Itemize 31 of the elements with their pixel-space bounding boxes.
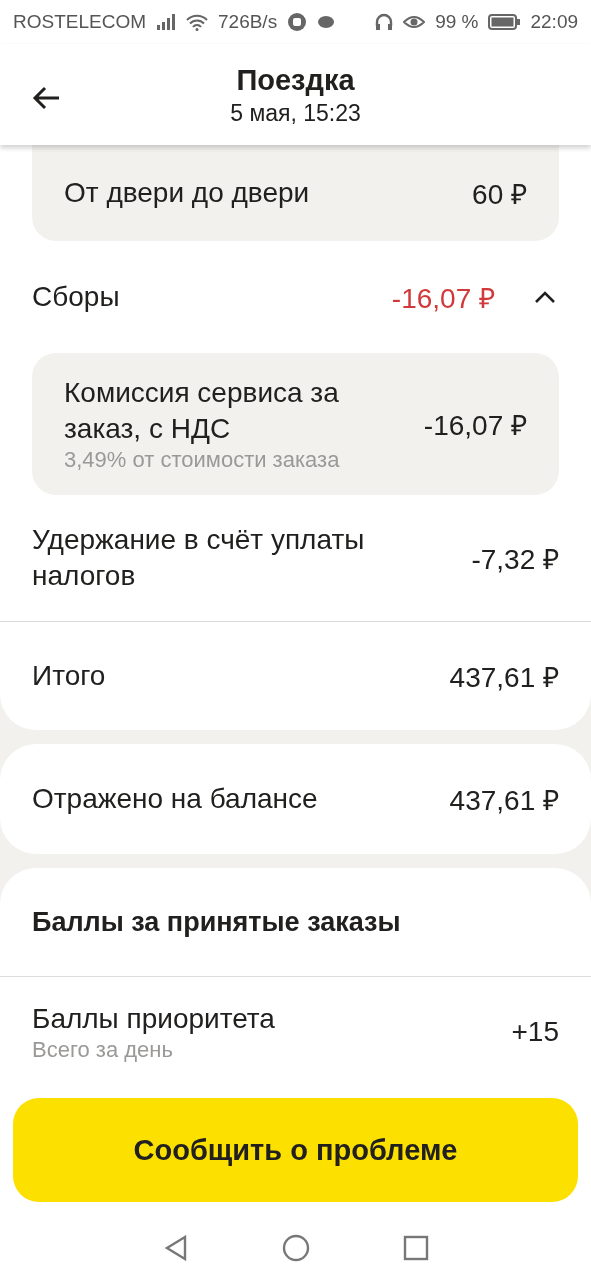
points-amount: +15	[511, 1016, 559, 1048]
fee-label: Комиссия сервиса за заказ, с НДС	[64, 376, 340, 446]
section-title: Баллы за принятые заказы	[32, 906, 401, 938]
clock: 22:09	[530, 11, 578, 33]
tax-amount: -7,32 ₽	[471, 543, 559, 577]
page-title: Поездка	[236, 62, 355, 98]
balance-amount: 437,61 ₽	[449, 784, 559, 818]
report-problem-button[interactable]: Сообщить о проблеме	[13, 1098, 578, 1202]
fare-amount: 60 ₽	[472, 178, 527, 212]
fees-label: Сборы	[32, 280, 120, 314]
trip-date: 5 мая, 15:23	[230, 98, 361, 128]
home-icon[interactable]	[280, 1232, 311, 1263]
back-arrow-icon	[32, 86, 60, 110]
battery-percent: 99 %	[435, 11, 479, 33]
balance-label: Отражено на балансе	[32, 782, 318, 816]
network-speed: 726B/s	[218, 11, 278, 33]
eye-icon	[403, 15, 426, 29]
wifi-icon	[186, 13, 208, 31]
total-label: Итого	[32, 659, 106, 693]
fee-amount: -16,07 ₽	[423, 409, 527, 443]
signal-icon	[156, 14, 176, 30]
total-amount: 437,61 ₽	[449, 661, 559, 695]
fare-label: От двери до двери	[64, 176, 310, 210]
points-label: Баллы приоритета	[32, 1002, 275, 1036]
fee-note: 3,49% от стоимости заказа	[64, 447, 341, 473]
points-note: Всего за день	[32, 1037, 174, 1063]
headphones-icon	[375, 13, 394, 31]
battery-icon	[488, 14, 521, 30]
tax-label: Удержание в счёт уплаты налогов	[32, 523, 366, 593]
fees-amount: -16,07 ₽	[391, 282, 495, 316]
carrier-name: ROSTELECOM	[12, 11, 146, 33]
